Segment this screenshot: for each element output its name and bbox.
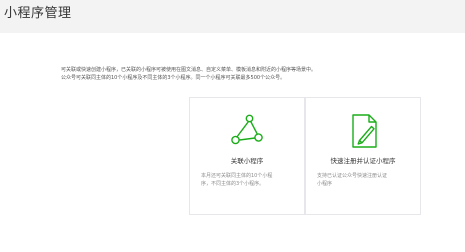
intro-line: 可关联或快速创建小程序，已关联的小程序可被使用在图文消息、自定义菜单、模板消息和…	[61, 67, 317, 73]
card-title: 关联小程序	[230, 157, 264, 165]
intro-line: 公众号可关联同主体的10个小程序及不同主体的3个小程序。同一个小程序可关联最多5…	[61, 75, 286, 81]
card-desc-line: 支持已认证公众号快速注册认证	[317, 173, 388, 179]
register-mini-program-card[interactable]: 快速注册并认证小程序 支持已认证公众号快速注册认证 小程序	[305, 97, 421, 215]
card-title: 快速注册并认证小程序	[330, 157, 396, 165]
card-description: 本月还可关联同主体的10个小程 序，不同主体的3个小程序。	[201, 172, 294, 188]
content-panel: 可关联或快速创建小程序，已关联的小程序可被使用在图文消息、自定义菜单、模板消息和…	[0, 33, 465, 252]
card-desc-line: 序，不同主体的3个小程序。	[201, 181, 265, 187]
card-description: 支持已认证公众号快速注册认证 小程序	[317, 172, 410, 188]
page-header: 小程序管理	[0, 0, 465, 32]
page-title: 小程序管理	[4, 6, 72, 21]
intro-text: 可关联或快速创建小程序，已关联的小程序可被使用在图文消息、自定义菜单、模板消息和…	[61, 66, 421, 82]
card-desc-line: 小程序	[317, 181, 333, 187]
document-edit-icon	[352, 114, 377, 148]
link-nodes-icon	[231, 114, 263, 145]
card-desc-line: 本月还可关联同主体的10个小程	[201, 173, 273, 179]
link-mini-program-card[interactable]: 关联小程序 本月还可关联同主体的10个小程 序，不同主体的3个小程序。	[189, 97, 305, 215]
